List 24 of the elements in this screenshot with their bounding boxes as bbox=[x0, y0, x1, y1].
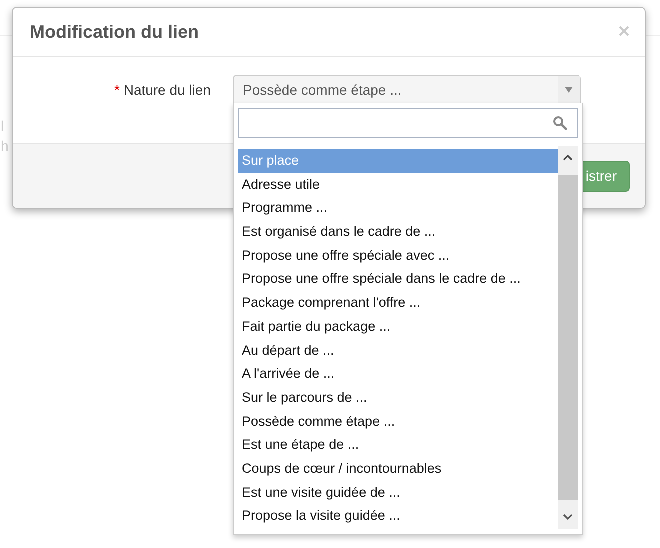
dropdown-option[interactable]: Possède comme étape ... bbox=[238, 410, 558, 434]
scroll-up-icon bbox=[563, 154, 573, 161]
dropdown-option[interactable]: Coups de cœur / incontournables bbox=[238, 456, 558, 481]
dropdown-option[interactable]: Est une étape de ... bbox=[238, 433, 558, 457]
dropdown-option[interactable]: Propose une offre spéciale dans le cadre de ... bbox=[238, 267, 558, 292]
dropdown-option[interactable]: Propose une offre spéciale avec ... bbox=[238, 244, 558, 268]
dropdown-option[interactable]: Fait partie du package ... bbox=[238, 314, 558, 338]
dropdown-option[interactable]: Est une visite guidée de ... bbox=[238, 480, 558, 504]
dropdown-option[interactable]: Est organisé dans le cadre de ... bbox=[238, 220, 558, 244]
dropdown-option[interactable]: A l'arrivée de ... bbox=[238, 362, 558, 386]
modal-title: Modification du lien bbox=[30, 22, 199, 42]
dropdown-option[interactable]: Package comprenant l'offre ... bbox=[238, 291, 558, 315]
dropdown-option[interactable]: Programme ... bbox=[238, 196, 558, 220]
scroll-down-icon bbox=[563, 514, 573, 521]
field-label: * Nature du lien bbox=[113, 82, 211, 98]
search-field[interactable] bbox=[238, 108, 578, 138]
select-field[interactable]: Possède comme étape ... bbox=[233, 75, 581, 104]
dropdown-option[interactable]: Sur le parcours de ... bbox=[238, 386, 558, 410]
dropdown-option[interactable]: Propose la visite guidée ... bbox=[238, 504, 558, 528]
search-icon bbox=[553, 116, 567, 130]
caret-icon bbox=[565, 86, 573, 92]
dropdown-option[interactable]: Adresse utile bbox=[238, 172, 558, 196]
dropdown-option[interactable]: Au départ de ... bbox=[238, 338, 558, 362]
scrollbar[interactable] bbox=[558, 146, 578, 529]
